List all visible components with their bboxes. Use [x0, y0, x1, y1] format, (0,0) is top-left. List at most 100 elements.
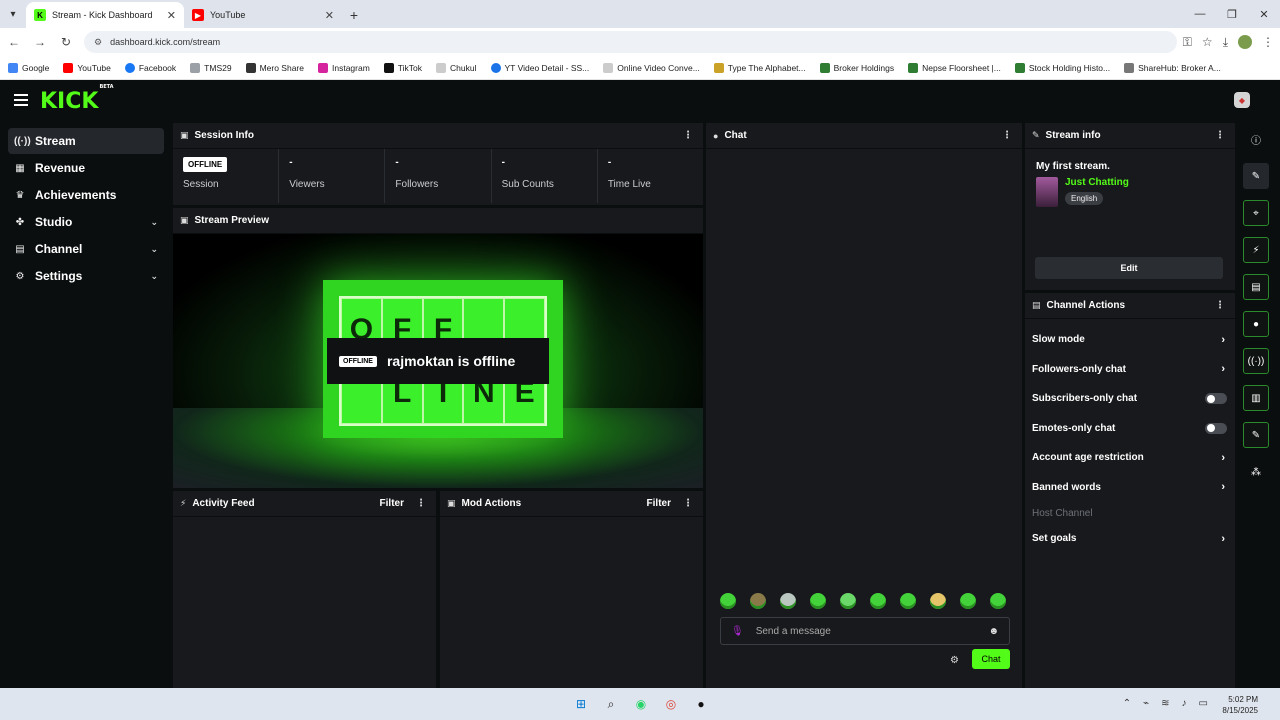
- tab-label: YouTube: [210, 10, 246, 20]
- kick-dashboard: KICKBETA ◆ ((·)) Stream ▦ Revenue ♛ Achieve…: [0, 80, 1280, 688]
- sidebar-item-stream[interactable]: ((·)) Stream: [8, 128, 164, 154]
- emote-icon[interactable]: [810, 593, 826, 609]
- close-tab-icon[interactable]: ✕: [325, 9, 334, 22]
- site-info-icon[interactable]: ⚙: [94, 37, 102, 48]
- emote-icon[interactable]: [990, 593, 1006, 609]
- emoji-picker-icon[interactable]: ☻: [988, 626, 999, 637]
- bookmark-type-the-alphabet[interactable]: Type The Alphabet...: [713, 62, 806, 73]
- pencil-icon[interactable]: ✎: [1243, 163, 1269, 189]
- bookmark-online-video-converter[interactable]: Online Video Conve...: [603, 62, 700, 73]
- bookmark-tiktok[interactable]: TikTok: [383, 62, 422, 73]
- chat-settings-icon[interactable]: ⚙: [950, 655, 959, 666]
- tab-youtube[interactable]: ▶ YouTube ✕: [184, 2, 342, 28]
- emote-icon[interactable]: [960, 593, 976, 609]
- sidebar-item-achievements[interactable]: ♛ Achievements: [8, 182, 164, 208]
- emote-icon[interactable]: [900, 593, 916, 609]
- emotes-only-toggle[interactable]: [1205, 422, 1227, 434]
- set-goals-row[interactable]: Set goals ›: [1025, 524, 1235, 554]
- chevron-up-icon[interactable]: ⌃: [1123, 698, 1131, 709]
- connections-icon[interactable]: ⁂: [1243, 459, 1269, 485]
- document-icon[interactable]: ▤: [1243, 274, 1269, 300]
- whatsapp-icon[interactable]: ◉: [632, 695, 650, 713]
- hamburger-menu-icon[interactable]: [14, 94, 28, 106]
- kebab-menu-icon[interactable]: ⋮: [1215, 130, 1225, 141]
- network-icon[interactable]: ⌁: [1143, 698, 1149, 709]
- tab-search-icon[interactable]: ▾: [0, 0, 26, 28]
- layers-icon[interactable]: ▥: [1243, 385, 1269, 411]
- sidebar-item-settings[interactable]: ⚙ Settings ⌄: [8, 263, 164, 289]
- stream-preview-video[interactable]: O F F L I N E OFFLINE rajmoktan is offli…: [173, 234, 703, 488]
- emote-icon[interactable]: [930, 593, 946, 609]
- close-tab-icon[interactable]: ✕: [167, 9, 176, 22]
- url-field[interactable]: ⚙ dashboard.kick.com/stream: [84, 31, 1177, 53]
- sidebar-item-studio[interactable]: ✤ Studio ⌄: [8, 209, 164, 235]
- category-link[interactable]: Just Chatting: [1065, 177, 1129, 188]
- windows-start-icon[interactable]: ⊞: [572, 695, 590, 713]
- bookmark-stock-holding-history[interactable]: Stock Holding Histo...: [1014, 62, 1110, 73]
- followers-only-chat-row[interactable]: Followers-only chat ›: [1025, 355, 1235, 385]
- kebab-menu-icon[interactable]: ⋮: [1215, 300, 1225, 311]
- close-window-icon[interactable]: ✕: [1248, 0, 1280, 28]
- emote-icon[interactable]: [870, 593, 886, 609]
- chrome-icon[interactable]: ◎: [662, 695, 680, 713]
- broadcast-icon[interactable]: ((·)): [1243, 348, 1269, 374]
- restore-icon[interactable]: ❐: [1216, 0, 1248, 28]
- bookmark-sharehub[interactable]: ShareHub: Broker A...: [1124, 62, 1221, 73]
- sidebar-item-channel[interactable]: ▤ Channel ⌄: [8, 236, 164, 262]
- slow-mode-row[interactable]: Slow mode ›: [1025, 325, 1235, 355]
- bookmark-facebook[interactable]: Facebook: [124, 62, 176, 73]
- subscribers-only-toggle[interactable]: [1205, 393, 1227, 405]
- profile-avatar[interactable]: [1238, 35, 1252, 49]
- bookmark-youtube[interactable]: YouTube: [63, 62, 111, 73]
- new-tab-button[interactable]: +: [342, 2, 366, 28]
- bookmark-star-icon[interactable]: ☆: [1202, 35, 1213, 49]
- back-arrow-icon[interactable]: ←: [2, 30, 26, 54]
- emote-icon[interactable]: [750, 593, 766, 609]
- tab-kick-dashboard[interactable]: K Stream - Kick Dashboard ✕: [26, 2, 184, 28]
- password-key-icon[interactable]: ⚿: [1183, 35, 1192, 50]
- filter-button[interactable]: Filter: [647, 498, 671, 509]
- filter-button[interactable]: Filter: [380, 498, 404, 509]
- send-chat-button[interactable]: Chat: [972, 649, 1010, 669]
- bookmark-mero-share[interactable]: Mero Share: [245, 62, 304, 73]
- user-avatar[interactable]: ◆: [1234, 92, 1250, 108]
- minimize-icon[interactable]: —: [1184, 0, 1216, 28]
- download-icon[interactable]: ⤓: [1223, 35, 1228, 50]
- emote-icon[interactable]: [780, 593, 796, 609]
- chat-message-input[interactable]: 🎙 Send a message ☻: [720, 617, 1010, 645]
- emote-icon[interactable]: [720, 593, 736, 609]
- sidebar-item-revenue[interactable]: ▦ Revenue: [8, 155, 164, 181]
- bookmark-chukul[interactable]: Chukul: [436, 62, 477, 73]
- bookmark-tms29[interactable]: TMS29: [190, 62, 232, 73]
- bookmark-google[interactable]: Google: [8, 62, 49, 73]
- reload-icon[interactable]: ↻: [54, 30, 78, 54]
- banned-words-row[interactable]: Banned words ›: [1025, 473, 1235, 503]
- bookmark-broker-holdings[interactable]: Broker Holdings: [819, 62, 894, 73]
- wrench-icon[interactable]: ✎: [1243, 422, 1269, 448]
- volume-icon[interactable]: ♪: [1182, 698, 1187, 709]
- search-icon[interactable]: ⌕: [602, 695, 620, 713]
- edit-stream-info-button[interactable]: Edit: [1035, 257, 1223, 279]
- account-age-restriction-row[interactable]: Account age restriction ›: [1025, 443, 1235, 473]
- emote-icon[interactable]: [840, 593, 856, 609]
- kebab-menu-icon[interactable]: ⋮: [416, 498, 426, 509]
- forward-arrow-icon[interactable]: →: [28, 30, 52, 54]
- microphone-icon[interactable]: 🎙: [731, 626, 744, 637]
- info-icon[interactable]: ⓘ: [1243, 126, 1269, 152]
- bookmark-yt-video-detail[interactable]: YT Video Detail - SS...: [490, 62, 589, 73]
- wifi-icon[interactable]: ≋: [1161, 698, 1169, 709]
- browser-menu-icon[interactable]: ⋮: [1262, 35, 1274, 49]
- kebab-menu-icon[interactable]: ⋮: [1002, 130, 1012, 141]
- kick-logo[interactable]: KICKBETA: [40, 84, 114, 114]
- chevron-right-icon: ›: [1221, 451, 1225, 464]
- kebab-menu-icon[interactable]: ⋮: [683, 498, 693, 509]
- lightning-icon[interactable]: ⚡: [1243, 237, 1269, 263]
- chat-bubble-icon[interactable]: ●: [1243, 311, 1269, 337]
- bookmark-nepse-floorsheet[interactable]: Nepse Floorsheet |...: [908, 62, 1001, 73]
- kebab-menu-icon[interactable]: ⋮: [683, 130, 693, 141]
- target-icon[interactable]: ⌖: [1243, 200, 1269, 226]
- battery-icon[interactable]: ▭: [1199, 698, 1208, 709]
- bookmark-instagram[interactable]: Instagram: [318, 62, 370, 73]
- app-icon[interactable]: ●: [692, 695, 710, 713]
- taskbar-clock[interactable]: 5:02 PM 8/15/2025: [1222, 694, 1258, 716]
